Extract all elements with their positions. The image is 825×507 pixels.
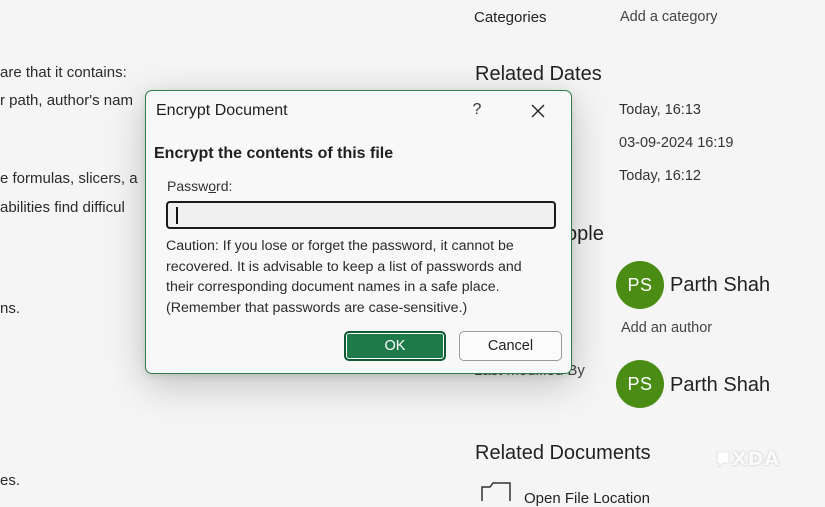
info-text-line-2: r path, author's nam (0, 92, 133, 109)
ok-button[interactable]: OK (344, 331, 446, 361)
info-text-line-6: es. (0, 472, 21, 489)
info-text-line-3: e formulas, slicers, a (0, 170, 138, 187)
last-modified-date: Today, 16:13 (619, 102, 701, 118)
password-input[interactable] (166, 201, 556, 229)
author-name[interactable]: Parth Shah (670, 274, 770, 297)
password-label-accelerator: o (208, 178, 217, 194)
author-avatar[interactable]: PS (616, 261, 664, 309)
xda-watermark-text: XDA (732, 448, 781, 470)
cancel-button[interactable]: Cancel (459, 331, 562, 361)
last-printed-date: Today, 16:12 (619, 168, 701, 184)
info-text-line-4: abilities find difficul (0, 199, 125, 216)
dialog-heading: Encrypt the contents of this file (154, 145, 394, 162)
password-label-post: rd: (216, 178, 233, 194)
folder-icon (480, 481, 514, 507)
encrypt-document-dialog: Encrypt Document ? Encrypt the contents … (145, 90, 572, 374)
xda-logo-icon (716, 451, 730, 468)
xda-watermark: XDA (716, 448, 780, 470)
close-button[interactable] (526, 99, 550, 123)
created-date: 03-09-2024 16:19 (619, 135, 734, 151)
password-label: Password: (167, 178, 232, 194)
last-modified-avatar[interactable]: PS (616, 360, 664, 408)
last-modified-name[interactable]: Parth Shah (670, 374, 770, 397)
password-label-pre: Passw (167, 178, 209, 194)
dialog-title: Encrypt Document (156, 102, 288, 119)
info-text-line-1: are that it contains: (0, 64, 127, 81)
close-icon (531, 104, 545, 118)
add-category-field[interactable]: Add a category (620, 9, 718, 25)
text-cursor (176, 207, 178, 224)
add-author-link[interactable]: Add an author (621, 320, 712, 336)
related-documents-heading: Related Documents (475, 442, 651, 464)
open-file-location-link[interactable]: Open File Location (524, 490, 650, 507)
caution-text: Caution: If you lose or forget the passw… (166, 238, 522, 316)
help-button[interactable]: ? (466, 99, 488, 121)
related-dates-heading: Related Dates (475, 63, 602, 85)
info-text-line-5: ns. (0, 300, 21, 317)
categories-label: Categories (474, 9, 547, 26)
